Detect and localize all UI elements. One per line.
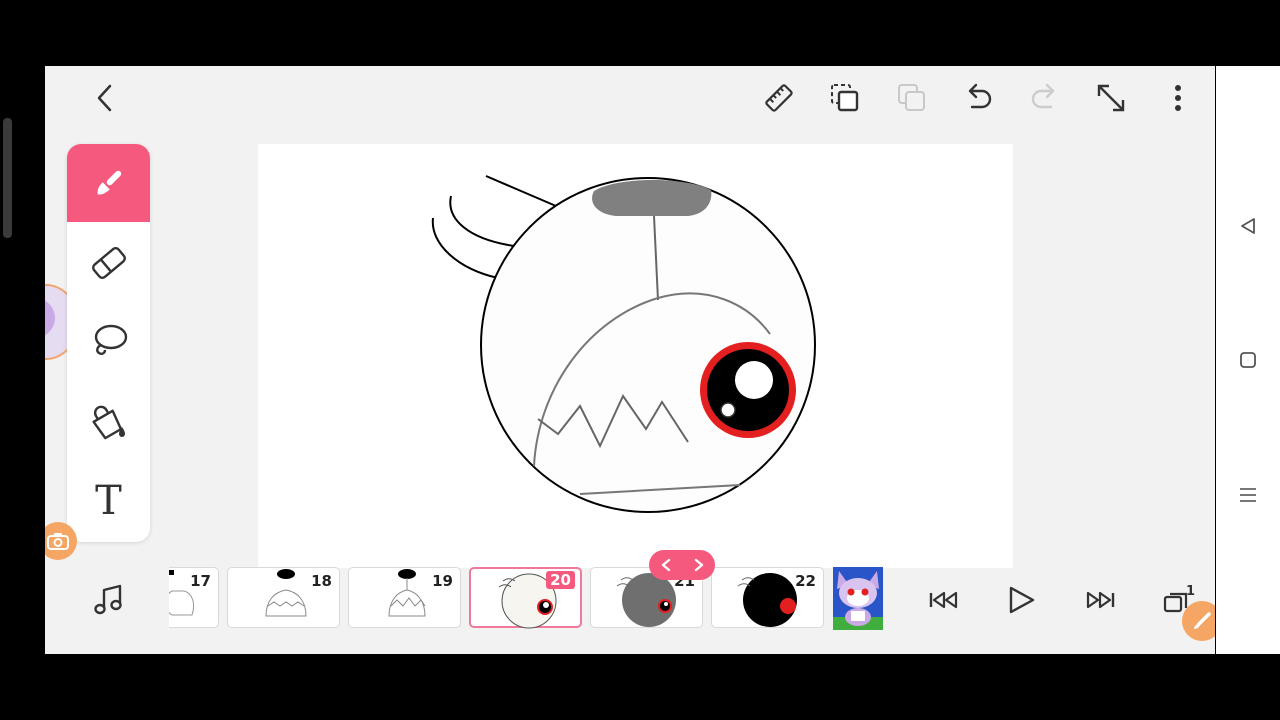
back-button[interactable] xyxy=(85,78,125,118)
device-edge xyxy=(3,118,12,238)
ruler-button[interactable] xyxy=(759,78,799,118)
frame-strip[interactable]: 17 18 19 20 21 22 xyxy=(169,564,884,634)
skip-to-start-button[interactable] xyxy=(922,580,966,620)
lasso-icon xyxy=(94,324,127,355)
frame-thumbnail[interactable]: 18 xyxy=(227,567,340,628)
system-back-button[interactable] xyxy=(1238,216,1258,236)
frame-thumbnail-selected[interactable]: 20 xyxy=(469,567,582,629)
quick-brush-button[interactable] xyxy=(1182,601,1215,641)
skip-to-start-icon xyxy=(929,591,958,609)
skip-to-end-icon xyxy=(1086,591,1115,609)
undo-button[interactable] xyxy=(958,78,998,118)
camera-button[interactable] xyxy=(45,522,77,560)
redo-button[interactable] xyxy=(1025,78,1065,118)
brush-icon xyxy=(1194,612,1211,629)
system-home-button[interactable] xyxy=(1238,350,1258,370)
text-icon: T xyxy=(95,478,122,524)
tool-panel: T xyxy=(67,144,150,542)
eraser-icon xyxy=(91,247,126,279)
music-note-icon xyxy=(94,584,122,615)
copy-icon xyxy=(898,84,925,111)
skip-to-end-button[interactable] xyxy=(1078,580,1122,620)
text-tool[interactable]: T xyxy=(67,462,150,540)
layers-count: 1 xyxy=(1186,584,1196,599)
expand-icon xyxy=(1097,84,1125,112)
fill-bucket-icon xyxy=(91,405,125,440)
menu-lines-icon xyxy=(1240,488,1256,502)
frame-thumbnail[interactable]: 19 xyxy=(348,567,461,628)
chevron-left-icon xyxy=(97,84,112,112)
system-navigation-bar xyxy=(1216,66,1280,654)
square-home-icon xyxy=(1240,352,1256,368)
more-button[interactable] xyxy=(1158,78,1198,118)
fill-tool[interactable] xyxy=(67,382,150,460)
music-button[interactable] xyxy=(89,580,129,620)
camera-icon xyxy=(47,533,69,550)
play-button[interactable] xyxy=(999,580,1043,620)
lasso-tool[interactable] xyxy=(67,302,150,380)
frame-thumbnail[interactable]: 17 xyxy=(169,567,219,628)
duplicate-frame-icon xyxy=(831,84,859,112)
frame-nav-pill[interactable] xyxy=(649,550,715,580)
cat-character-image xyxy=(833,567,883,630)
chevron-right-icon[interactable] xyxy=(693,558,705,572)
drawing-canvas[interactable] xyxy=(258,144,1013,568)
ruler-icon xyxy=(765,84,793,112)
redo-icon xyxy=(1031,83,1055,109)
copy-button[interactable] xyxy=(892,78,932,118)
character-reference-thumbnail[interactable] xyxy=(833,567,883,630)
brush-tool[interactable] xyxy=(67,144,150,222)
animation-app: T 17 18 19 20 21 22 1 xyxy=(45,66,1215,654)
fullscreen-button[interactable] xyxy=(1091,78,1131,118)
system-recents-button[interactable] xyxy=(1238,485,1258,505)
brush-icon xyxy=(97,170,121,195)
triangle-back-icon xyxy=(1241,218,1255,234)
chevron-left-icon[interactable] xyxy=(660,558,672,572)
duplicate-frame-button[interactable] xyxy=(825,78,865,118)
more-vertical-icon xyxy=(1175,85,1181,111)
eraser-tool[interactable] xyxy=(67,224,150,302)
undo-icon xyxy=(968,83,992,109)
canvas-drawing xyxy=(431,175,816,513)
frame-thumbnail[interactable]: 22 xyxy=(711,567,824,628)
play-icon xyxy=(1009,586,1035,614)
